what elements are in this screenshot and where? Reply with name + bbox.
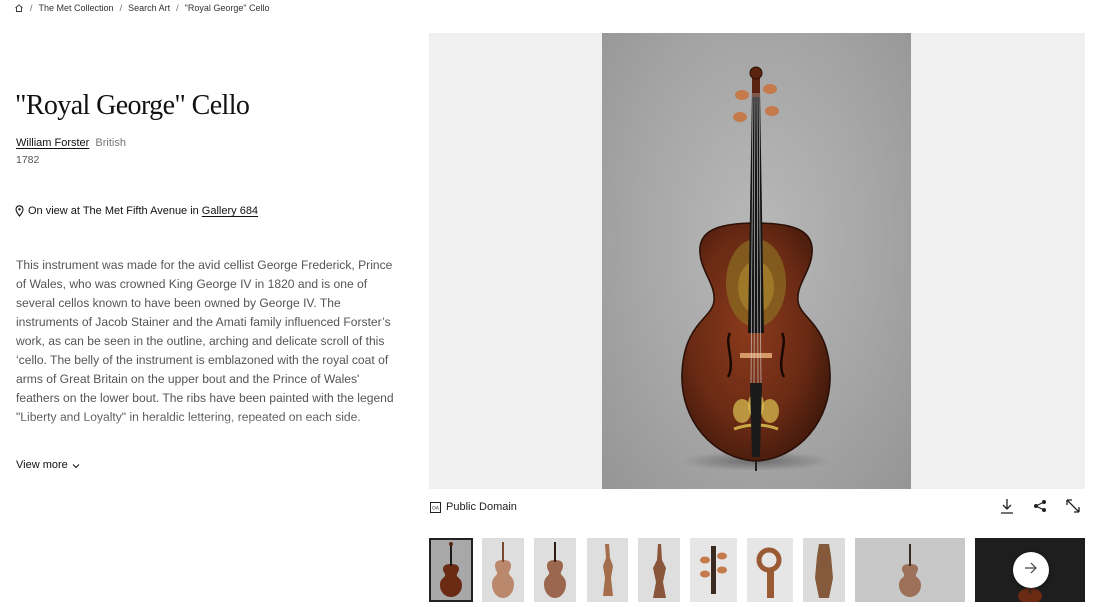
location-pin-icon [15,205,24,217]
license-label: Public Domain [446,501,517,513]
download-button[interactable] [998,498,1016,519]
thumbnail-item[interactable] [482,538,524,602]
share-icon [1033,499,1047,518]
next-thumbnails-button[interactable] [1013,552,1049,588]
artist-link[interactable]: William Forster [16,137,89,149]
thumbnail-item[interactable] [855,538,965,602]
breadcrumb-link-search[interactable]: Search Art [128,3,170,13]
expand-icon [1066,498,1080,518]
breadcrumb: / The Met Collection / Search Art / "Roy… [14,2,270,14]
view-more-button[interactable]: View more [16,459,80,471]
view-more-label: View more [16,459,68,471]
image-viewer[interactable] [429,33,1085,489]
thumbnail-item[interactable] [534,538,576,602]
arrow-right-icon [1024,561,1038,579]
on-view-text: On view at The Met Fifth Avenue in [28,205,199,217]
breadcrumb-link-collection[interactable]: The Met Collection [39,3,114,13]
object-date: 1782 [16,154,40,166]
thumbnail-item[interactable] [747,538,793,602]
chevron-down-icon [72,461,80,469]
description-fade [16,416,394,442]
thumbnail-item[interactable] [803,538,845,602]
expand-button[interactable] [1064,498,1082,518]
thumbnail-item[interactable] [638,538,680,602]
download-icon [1000,498,1014,519]
svg-text:OA: OA [432,505,440,511]
main-artwork-image[interactable] [602,33,911,489]
public-domain-icon: OA [430,501,441,513]
thumbnail-strip [429,538,1085,602]
thumbnail-item[interactable] [690,538,737,602]
page-title: "Royal George" Cello [15,90,250,121]
license-info: OA Public Domain [430,501,517,513]
description-container: This instrument was made for the avid ce… [16,256,394,442]
share-button[interactable] [1031,499,1049,517]
breadcrumb-separator: / [30,3,33,13]
thumbnail-item[interactable] [975,538,1085,602]
on-view-location: On view at The Met Fifth Avenue in Galle… [15,205,258,217]
artist-nationality: British [95,137,126,149]
breadcrumb-separator: / [176,3,179,13]
description-text: This instrument was made for the avid ce… [16,258,394,424]
breadcrumb-current: "Royal George" Cello [184,3,270,13]
home-icon[interactable] [14,3,24,13]
breadcrumb-separator: / [119,3,123,13]
gallery-link[interactable]: Gallery 684 [202,205,258,217]
thumbnail-item[interactable] [429,538,473,602]
thumbnail-item[interactable] [587,538,628,602]
artist-line: William Forster British [16,137,126,149]
